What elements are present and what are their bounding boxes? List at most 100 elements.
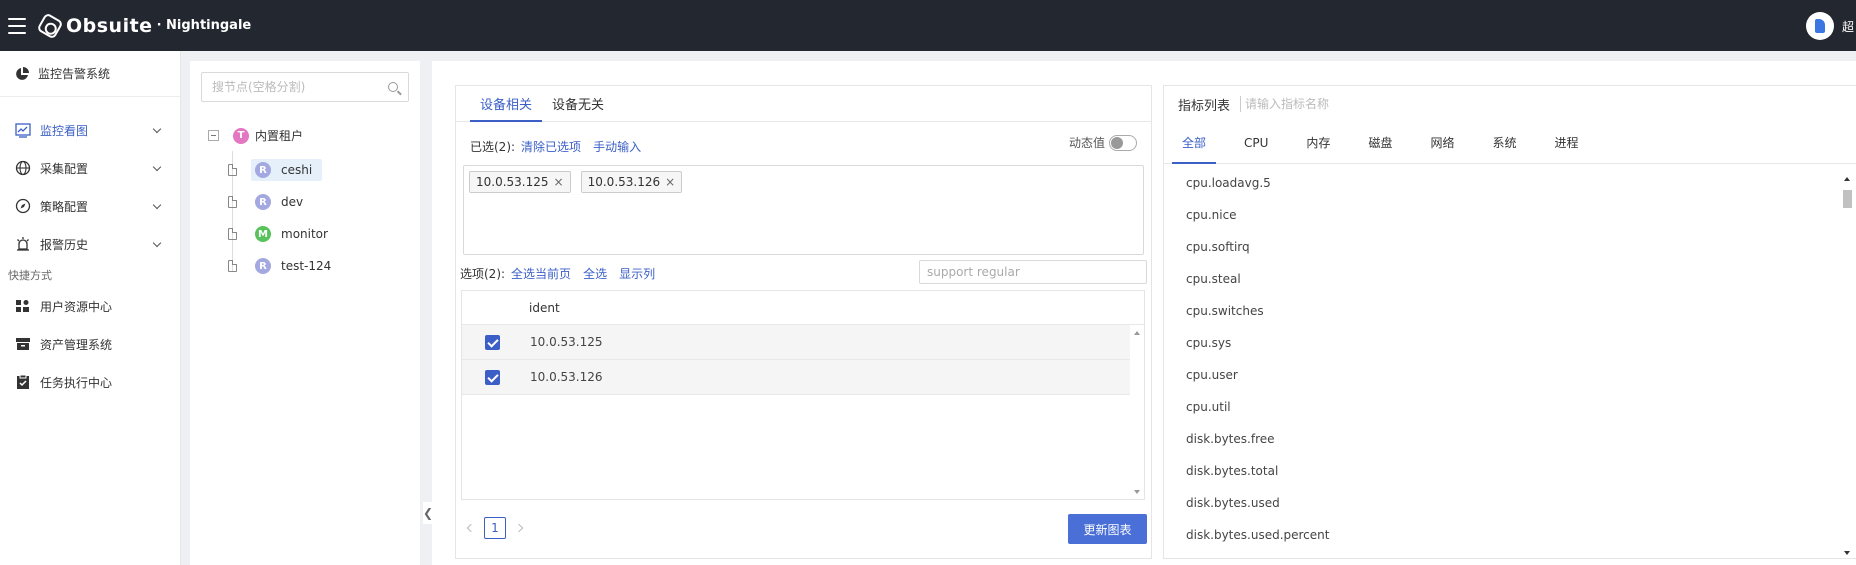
show-columns-link[interactable]: 显示列 (619, 265, 655, 282)
sidebar-item-strategy-config[interactable]: 策略配置 (0, 187, 180, 225)
list-item[interactable]: cpu.util (1164, 391, 1844, 423)
tree-node-selected[interactable]: R ceshi (251, 159, 323, 181)
row-ident: 10.0.53.126 (530, 370, 603, 384)
close-icon[interactable]: × (554, 175, 564, 189)
list-item[interactable]: cpu.loadavg.5 (1164, 167, 1844, 199)
manual-input-link[interactable]: 手动输入 (593, 138, 641, 155)
brand-subtitle: · Nightingale (156, 18, 252, 33)
tree-node-item[interactable]: R dev (251, 191, 307, 213)
list-item[interactable]: cpu.switches (1164, 295, 1844, 327)
options-label: 选项(2): (460, 267, 506, 281)
tab-process[interactable]: 进程 (1544, 122, 1588, 163)
sidebar-item-label: 监控看图 (40, 123, 89, 138)
clear-selected-link[interactable]: 清除已选项 (521, 138, 581, 155)
list-item[interactable]: cpu.steal (1164, 263, 1844, 295)
metric-list-title: 指标列表 (1178, 98, 1231, 114)
tenant-badge: T (233, 127, 249, 144)
system-title[interactable]: 监控告警系统 (0, 51, 180, 97)
tab-cpu[interactable]: CPU (1234, 122, 1278, 163)
tree-node-item[interactable]: M monitor (251, 223, 332, 245)
tree-node-label: ceshi (281, 163, 313, 177)
scroll-down-icon[interactable] (1134, 490, 1140, 494)
tree-node[interactable]: R test-124 (228, 255, 335, 277)
list-item[interactable]: cpu.nice (1164, 199, 1844, 231)
table-row[interactable]: 10.0.53.125 (462, 325, 1130, 360)
scroll-thumb[interactable] (1843, 190, 1852, 208)
update-chart-button[interactable]: 更新图表 (1068, 514, 1147, 544)
list-item[interactable]: disk.bytes.total (1164, 455, 1844, 487)
node-badge: M (255, 226, 271, 242)
tree-node[interactable]: M monitor (228, 223, 332, 245)
tab-all[interactable]: 全部 (1172, 122, 1217, 164)
dynamic-value: 动态值 (1069, 134, 1137, 151)
metric-list: cpu.loadavg.5 cpu.nice cpu.softirq cpu.s… (1164, 164, 1844, 560)
row-checkbox[interactable] (485, 369, 500, 385)
list-item[interactable]: disk.bytes.used (1164, 487, 1844, 519)
sidebar-item-alarm-history[interactable]: 报警历史 (0, 225, 180, 263)
tab-memory[interactable]: 内存 (1296, 122, 1340, 163)
list-item[interactable]: cpu.sys (1164, 327, 1844, 359)
list-item[interactable]: disk.bytes.used.percent (1164, 519, 1844, 551)
close-icon[interactable]: × (665, 175, 675, 189)
shortcut-user-center[interactable]: 用户资源中心 (0, 287, 180, 325)
selected-chips[interactable]: 10.0.53.125 × 10.0.53.126 × (463, 165, 1144, 255)
sidebar-item-collect-config[interactable]: 采集配置 (0, 149, 180, 187)
scroll-down-icon[interactable] (1844, 551, 1850, 555)
menu-icon[interactable] (8, 17, 26, 34)
dynamic-toggle[interactable] (1109, 134, 1137, 151)
chart-icon (14, 121, 32, 139)
row-checkbox[interactable] (485, 334, 500, 350)
table-row[interactable]: 10.0.53.126 (462, 360, 1130, 395)
tree-node-item[interactable]: R test-124 (251, 255, 335, 277)
column-header-ident[interactable]: ident (529, 301, 560, 315)
sidebar-item-monitor-view[interactable]: 监控看图 (0, 111, 180, 149)
brand-logo[interactable]: Obsuite · Nightingale (36, 11, 252, 40)
clipboard-icon (14, 373, 32, 391)
user-menu[interactable]: 超 (1806, 12, 1856, 40)
metric-scrollbar[interactable] (1840, 174, 1854, 558)
pie-chart-icon (14, 66, 30, 82)
compass-icon (14, 197, 32, 215)
sidebar: 监控告警系统 监控看图 采集配置 策略配置 报警历史 快捷方式 用户资源中心 资… (0, 51, 181, 565)
collapse-icon[interactable] (208, 130, 219, 141)
tree-node[interactable]: R dev (228, 191, 307, 213)
scroll-up-icon[interactable] (1844, 177, 1850, 181)
chevron-left-icon[interactable] (466, 523, 476, 533)
avatar[interactable] (1806, 12, 1834, 40)
shortcut-label: 资产管理系统 (40, 337, 113, 352)
scroll-up-icon[interactable] (1134, 331, 1140, 335)
regex-filter-input[interactable] (919, 260, 1147, 284)
alarm-icon (14, 235, 32, 253)
table-scrollbar[interactable] (1130, 325, 1144, 500)
file-icon (228, 228, 237, 240)
user-icon (1815, 19, 1825, 33)
device-tabs: 设备相关 设备无关 (456, 86, 1151, 122)
list-item[interactable]: cpu.softirq (1164, 231, 1844, 263)
tree-root[interactable]: T 内置租户 (208, 127, 303, 144)
tab-device-unrelated[interactable]: 设备无关 (542, 86, 614, 121)
tree-node[interactable]: R ceshi (228, 159, 323, 181)
metric-search-input[interactable] (1240, 96, 1441, 112)
tab-network[interactable]: 网络 (1420, 122, 1464, 163)
file-icon (228, 260, 237, 272)
tree-search-input[interactable] (212, 80, 382, 94)
metric-tabs: 全部 CPU 内存 磁盘 网络 系统 进程 (1164, 122, 1856, 164)
logo-icon (36, 11, 64, 40)
user-name[interactable]: 超 (1842, 18, 1856, 35)
shortcut-asset-management[interactable]: 资产管理系统 (0, 325, 180, 363)
chip-label: 10.0.53.126 (587, 175, 661, 189)
select-all-link[interactable]: 全选 (583, 265, 607, 282)
shortcut-task-center[interactable]: 任务执行中心 (0, 363, 180, 401)
select-page-link[interactable]: 全选当前页 (511, 265, 571, 282)
list-item[interactable]: cpu.user (1164, 359, 1844, 391)
tab-device-related[interactable]: 设备相关 (470, 86, 543, 122)
search-icon[interactable] (388, 82, 398, 92)
page-number[interactable]: 1 (484, 517, 506, 539)
globe-icon (14, 159, 32, 177)
chevron-right-icon[interactable] (514, 523, 524, 533)
selected-label: 已选(2): (470, 140, 516, 154)
tab-disk[interactable]: 磁盘 (1358, 122, 1402, 163)
list-item[interactable]: disk.bytes.free (1164, 423, 1844, 455)
chevron-down-icon (152, 124, 162, 134)
tab-system[interactable]: 系统 (1482, 122, 1526, 163)
